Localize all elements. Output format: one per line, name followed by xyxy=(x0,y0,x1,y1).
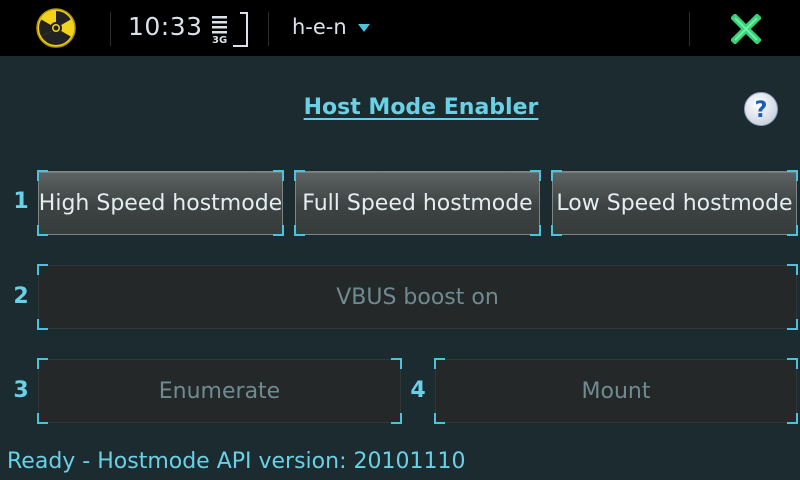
mount-button[interactable]: Mount xyxy=(434,358,798,424)
button-label: High Speed hostmode xyxy=(38,190,283,216)
button-label: Mount xyxy=(581,378,651,404)
row-number-2: 2 xyxy=(13,284,29,309)
chevron-down-icon[interactable] xyxy=(357,23,371,33)
divider xyxy=(689,12,690,46)
network-type-label: 3G xyxy=(212,35,228,46)
page-title: Host Mode Enabler xyxy=(303,95,539,120)
full-speed-hostmode-button[interactable]: Full Speed hostmode xyxy=(294,170,541,236)
high-speed-hostmode-button[interactable]: High Speed hostmode xyxy=(37,170,284,236)
row-number-1: 1 xyxy=(13,189,29,214)
low-speed-hostmode-button[interactable]: Low Speed hostmode xyxy=(551,170,798,236)
button-label: VBUS boost on xyxy=(336,284,499,310)
button-label: Enumerate xyxy=(158,378,281,404)
enumerate-button[interactable]: Enumerate xyxy=(37,358,402,424)
clock: 10:33 xyxy=(128,12,203,41)
row-number-3: 3 xyxy=(13,378,29,403)
status-message: Ready - Hostmode API version: 20101110 xyxy=(7,449,466,474)
button-label: Low Speed hostmode xyxy=(556,190,793,216)
radiation-icon[interactable] xyxy=(34,6,78,50)
status-bar: 10:33 3G h-e-n xyxy=(0,0,800,56)
row-number-4: 4 xyxy=(410,378,426,403)
close-icon[interactable] xyxy=(731,14,761,44)
svg-text:?: ? xyxy=(755,98,768,123)
divider xyxy=(268,12,269,46)
button-label: Full Speed hostmode xyxy=(302,190,533,216)
help-icon[interactable]: ? xyxy=(743,91,779,127)
app-title[interactable]: h-e-n xyxy=(292,15,347,39)
divider xyxy=(110,12,111,46)
vbus-boost-button[interactable]: VBUS boost on xyxy=(37,264,798,330)
